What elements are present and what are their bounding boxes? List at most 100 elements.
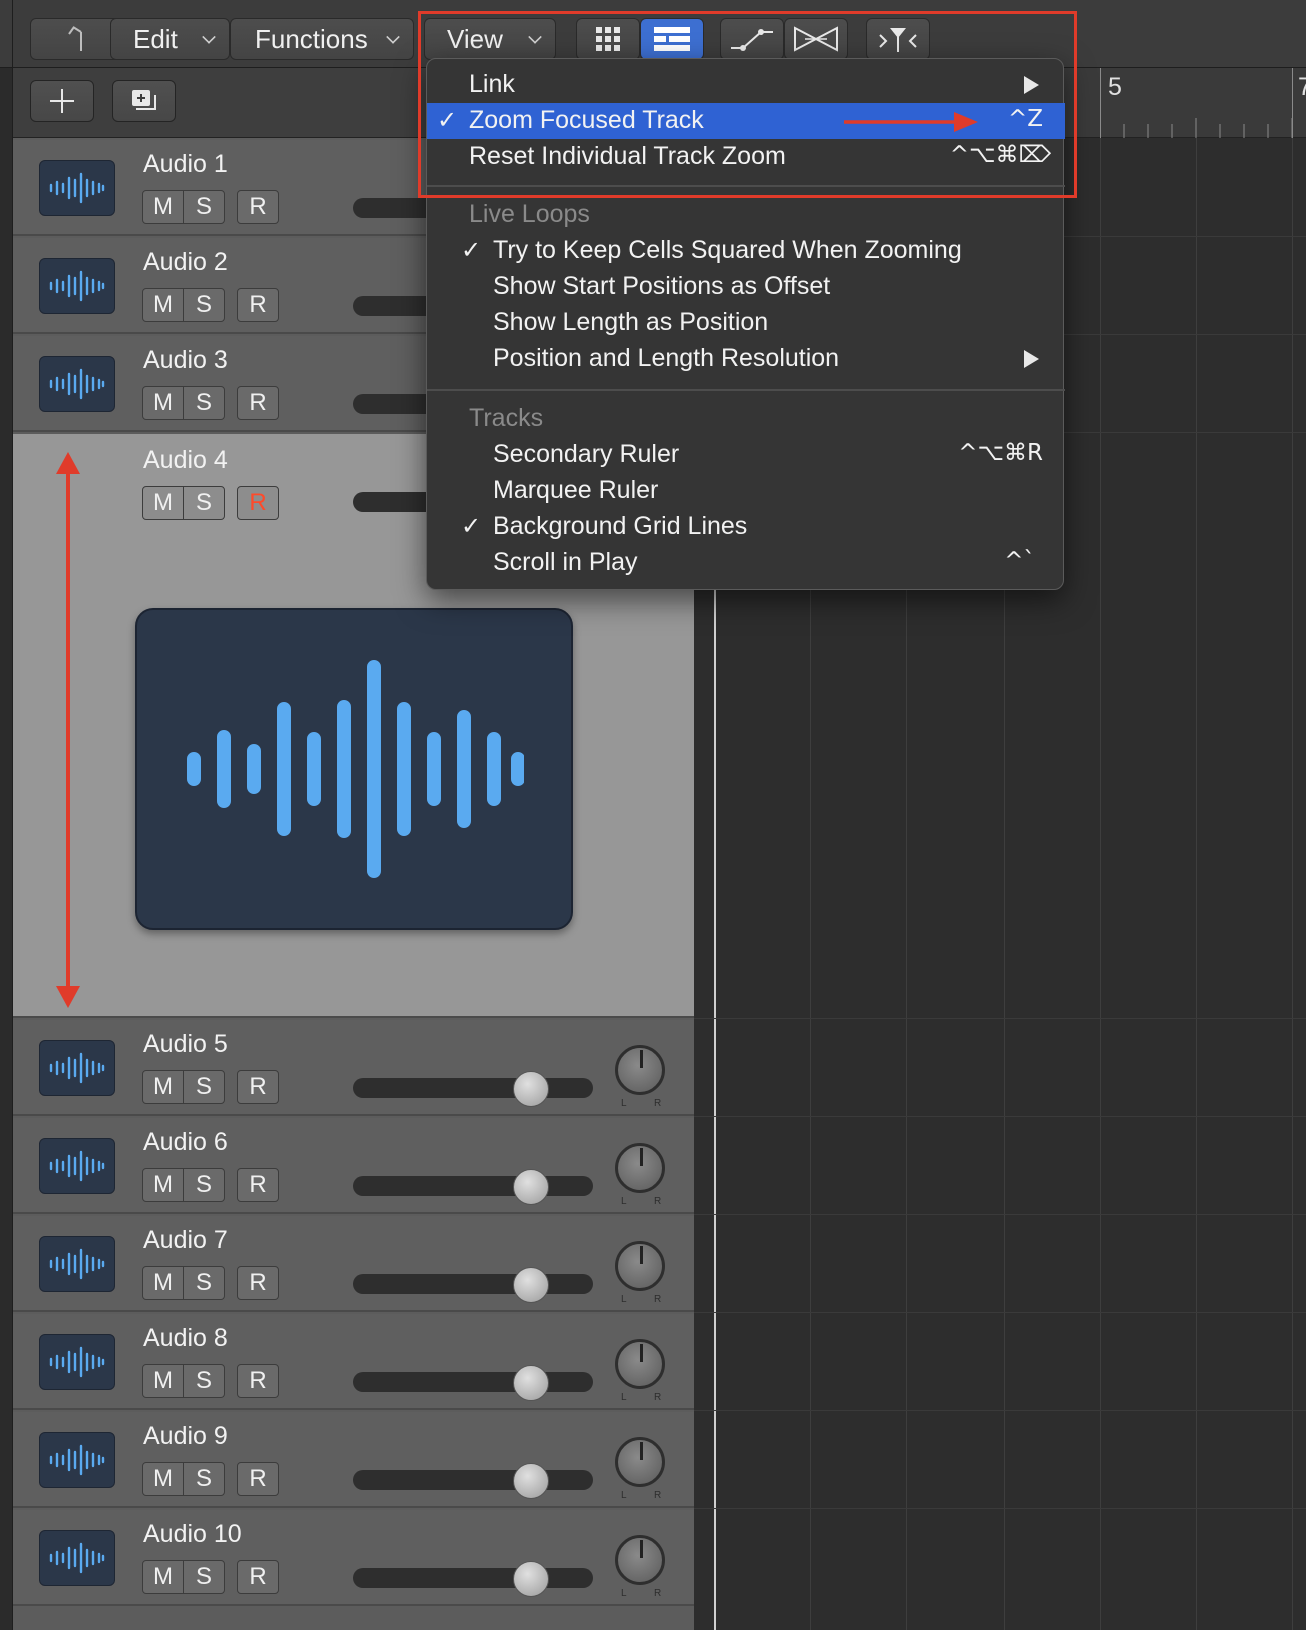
track-row[interactable]: Audio 9 M S R L R	[13, 1412, 694, 1508]
track-lane-divider	[694, 1116, 1306, 1117]
menu-item-label: Secondary Ruler	[493, 440, 680, 468]
fader-knob[interactable]	[513, 1561, 549, 1597]
solo-button[interactable]: S	[183, 486, 225, 520]
mute-button[interactable]: M	[142, 386, 184, 420]
solo-button[interactable]: S	[183, 1364, 225, 1398]
fader-knob[interactable]	[513, 1463, 549, 1499]
record-enable-button[interactable]: R	[237, 1168, 279, 1202]
track-row[interactable]: Audio 10 M S R L R	[13, 1510, 694, 1606]
volume-fader[interactable]	[353, 1071, 593, 1107]
pan-left-label: L	[621, 1392, 627, 1403]
menu-item-background-grid-lines[interactable]: ✓ Background Grid Lines	[427, 509, 1065, 545]
track-name[interactable]: Audio 3	[143, 346, 228, 375]
pan-left-label: L	[621, 1098, 627, 1109]
fader-knob[interactable]	[513, 1365, 549, 1401]
mute-button[interactable]: M	[142, 486, 184, 520]
track-name[interactable]: Audio 2	[143, 248, 228, 277]
audio-waveform-icon	[39, 1432, 115, 1488]
fader-knob[interactable]	[513, 1071, 549, 1107]
solo-button[interactable]: S	[183, 386, 225, 420]
pan-knob[interactable]	[615, 1241, 665, 1291]
volume-fader[interactable]	[353, 1561, 593, 1597]
menu-item-show-length-as-position[interactable]: Show Length as Position	[427, 305, 1065, 341]
track-lane-divider	[694, 1508, 1306, 1509]
mute-button[interactable]: M	[142, 1560, 184, 1594]
mute-button[interactable]: M	[142, 1462, 184, 1496]
track-lane-divider	[694, 1214, 1306, 1215]
solo-button[interactable]: S	[183, 1266, 225, 1300]
menu-item-secondary-ruler[interactable]: Secondary Ruler ^⌥⌘R	[427, 437, 1065, 473]
pan-knob[interactable]	[615, 1045, 665, 1095]
solo-button[interactable]: S	[183, 1070, 225, 1104]
edit-menu-button[interactable]: Edit	[110, 18, 230, 60]
mute-button[interactable]: M	[142, 1070, 184, 1104]
record-enable-button[interactable]: R	[237, 1364, 279, 1398]
pan-left-label: L	[621, 1294, 627, 1305]
solo-button[interactable]: S	[183, 1462, 225, 1496]
fader-knob[interactable]	[513, 1267, 549, 1303]
menu-item-position-length-resolution[interactable]: Position and Length Resolution	[427, 341, 1065, 377]
record-enable-button[interactable]: R	[237, 486, 279, 520]
pan-knob[interactable]	[615, 1437, 665, 1487]
audio-waveform-icon	[39, 258, 115, 314]
track-lane-divider	[694, 1410, 1306, 1411]
solo-button[interactable]: S	[183, 1560, 225, 1594]
pan-knob[interactable]	[615, 1535, 665, 1585]
track-name[interactable]: Audio 5	[143, 1030, 228, 1059]
mute-button[interactable]: M	[142, 1266, 184, 1300]
volume-fader[interactable]	[353, 1365, 593, 1401]
record-enable-button[interactable]: R	[237, 1070, 279, 1104]
menu-item-marquee-ruler[interactable]: Marquee Ruler	[427, 473, 1065, 509]
edit-menu-label: Edit	[133, 23, 178, 54]
record-enable-button[interactable]: R	[237, 190, 279, 224]
fader-knob[interactable]	[513, 1169, 549, 1205]
add-folder-button[interactable]	[112, 80, 176, 122]
solo-button[interactable]: S	[183, 190, 225, 224]
track-row[interactable]: Audio 5 M S R L R	[13, 1020, 694, 1116]
functions-menu-button[interactable]: Functions	[230, 18, 414, 60]
pan-knob[interactable]	[615, 1143, 665, 1193]
record-enable-button[interactable]: R	[237, 288, 279, 322]
menu-item-label: Try to Keep Cells Squared When Zooming	[493, 236, 962, 264]
volume-fader[interactable]	[353, 1463, 593, 1499]
track-row[interactable]: Audio 8 M S R L R	[13, 1314, 694, 1410]
volume-fader[interactable]	[353, 1267, 593, 1303]
highlight-box-annotation	[418, 11, 1077, 198]
track-name[interactable]: Audio 1	[143, 150, 228, 179]
track-row[interactable]: Audio 7 M S R L R	[13, 1216, 694, 1312]
mute-button[interactable]: M	[142, 190, 184, 224]
track-name[interactable]: Audio 9	[143, 1422, 228, 1451]
menu-item-keep-cells-squared[interactable]: ✓ Try to Keep Cells Squared When Zooming	[427, 233, 1065, 269]
mute-button[interactable]: M	[142, 288, 184, 322]
grid-line	[1292, 138, 1293, 1630]
mute-button[interactable]: M	[142, 1168, 184, 1202]
menu-item-label: Show Start Positions as Offset	[493, 272, 831, 300]
add-track-button[interactable]	[30, 80, 94, 122]
pan-right-label: R	[654, 1196, 662, 1207]
solo-button[interactable]: S	[183, 1168, 225, 1202]
track-name[interactable]: Audio 6	[143, 1128, 228, 1157]
menu-item-scroll-in-play[interactable]: Scroll in Play ^`	[427, 545, 1065, 581]
track-name[interactable]: Audio 8	[143, 1324, 228, 1353]
mute-button[interactable]: M	[142, 1364, 184, 1398]
plus-icon	[50, 89, 74, 113]
record-enable-button[interactable]: R	[237, 1462, 279, 1496]
pan-knob[interactable]	[615, 1339, 665, 1389]
back-button[interactable]	[30, 18, 122, 60]
menu-section-header: Live Loops	[427, 197, 1065, 233]
track-row[interactable]: Audio 6 M S R L R	[13, 1118, 694, 1214]
pan-right-label: R	[654, 1098, 662, 1109]
menu-item-show-start-positions[interactable]: Show Start Positions as Offset	[427, 269, 1065, 305]
track-name[interactable]: Audio 10	[143, 1520, 242, 1549]
record-enable-button[interactable]: R	[237, 386, 279, 420]
solo-button[interactable]: S	[183, 288, 225, 322]
record-enable-button[interactable]: R	[237, 1560, 279, 1594]
volume-fader[interactable]	[353, 1169, 593, 1205]
record-enable-button[interactable]: R	[237, 1266, 279, 1300]
track-name[interactable]: Audio 4	[143, 446, 228, 475]
audio-waveform-icon	[39, 1138, 115, 1194]
audio-waveform-icon	[135, 608, 573, 930]
menu-separator	[427, 389, 1065, 391]
track-name[interactable]: Audio 7	[143, 1226, 228, 1255]
ruler-bar-number: 5	[1108, 73, 1122, 101]
